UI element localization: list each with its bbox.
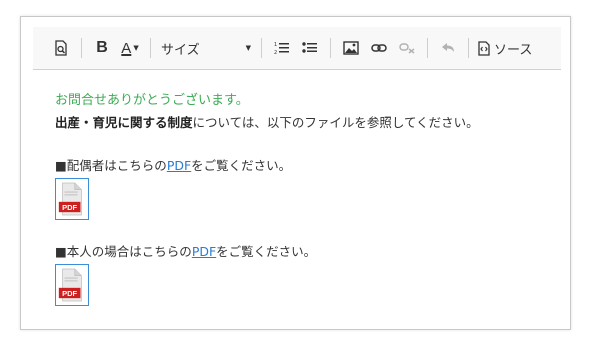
toolbar-separator — [427, 38, 428, 58]
pdf-line-prefix: ■本人の場合はこちらの — [55, 244, 192, 259]
pdf-line: ■配偶者はこちらのPDFをご覧ください。 — [55, 156, 561, 176]
pdf-file-icon[interactable]: PDF — [55, 264, 89, 306]
link-button[interactable] — [365, 35, 393, 61]
text-color-button[interactable]: A ▼ — [116, 35, 144, 61]
numbered-list-button[interactable]: 1 2 — [268, 35, 296, 61]
undo-icon — [442, 43, 454, 52]
unlink-button[interactable] — [393, 35, 421, 61]
pdf-link[interactable]: PDF — [167, 158, 191, 173]
unlink-icon — [399, 43, 415, 54]
bold-button[interactable]: B — [88, 35, 116, 61]
pdf-block: ■配偶者はこちらのPDFをご覧ください。 PDF — [55, 156, 561, 220]
editor-content[interactable]: お問合せありがとうございます。 出産・育児に関する制度については、以下のファイル… — [33, 70, 561, 329]
pdf-line-suffix: をご覧ください。 — [191, 158, 292, 173]
bullet-list-icon — [302, 42, 317, 53]
font-size-select[interactable]: サイズ ▼ — [157, 39, 255, 58]
source-icon — [478, 40, 490, 56]
image-icon — [343, 41, 359, 55]
bold-icon: B — [96, 39, 108, 56]
font-size-label: サイズ — [161, 42, 200, 58]
toolbar-separator — [261, 38, 262, 58]
numbered-list-icon: 1 2 — [274, 42, 289, 55]
rich-text-editor: B A ▼ サイズ ▼ 1 2 ソース お問合せありがとうございます。 出産・育… — [20, 16, 571, 330]
pdf-line-suffix: をご覧ください。 — [216, 244, 317, 259]
text-color-icon: A — [121, 39, 132, 57]
intro-bold: 出産・育児に関する制度 — [55, 115, 193, 130]
pdf-icon-label: PDF — [62, 289, 77, 298]
toolbar-separator — [468, 38, 469, 58]
image-button[interactable] — [337, 35, 365, 61]
pdf-file-icon[interactable]: PDF — [55, 178, 89, 220]
preview-button[interactable] — [47, 35, 75, 61]
source-label: ソース — [494, 42, 533, 58]
svg-text:2: 2 — [274, 50, 277, 55]
toolbar-separator — [330, 38, 331, 58]
preview-icon — [55, 40, 67, 56]
chevron-down-icon: ▼ — [133, 44, 139, 52]
bullet-list-button[interactable] — [296, 35, 324, 61]
link-icon — [371, 44, 387, 52]
greeting-text: お問合せありがとうございます。 — [55, 93, 249, 108]
undo-button[interactable] — [434, 35, 462, 61]
pdf-icon-label: PDF — [62, 203, 77, 212]
pdf-line-prefix: ■配偶者はこちらの — [55, 158, 167, 173]
chevron-down-icon: ▼ — [245, 44, 251, 52]
svg-text:1: 1 — [274, 42, 277, 48]
intro-text: 出産・育児に関する制度については、以下のファイルを参照してください。 — [55, 112, 561, 134]
pdf-link[interactable]: PDF — [192, 244, 216, 259]
pdf-block: ■本人の場合はこちらのPDFをご覧ください。 PDF — [55, 242, 561, 306]
intro-rest: については、以下のファイルを参照してください。 — [192, 115, 479, 130]
toolbar-separator — [81, 38, 82, 58]
pdf-line: ■本人の場合はこちらのPDFをご覧ください。 — [55, 242, 561, 262]
toolbar-separator — [150, 38, 151, 58]
editor-toolbar: B A ▼ サイズ ▼ 1 2 ソース — [33, 27, 561, 70]
source-button[interactable]: ソース — [475, 35, 535, 61]
